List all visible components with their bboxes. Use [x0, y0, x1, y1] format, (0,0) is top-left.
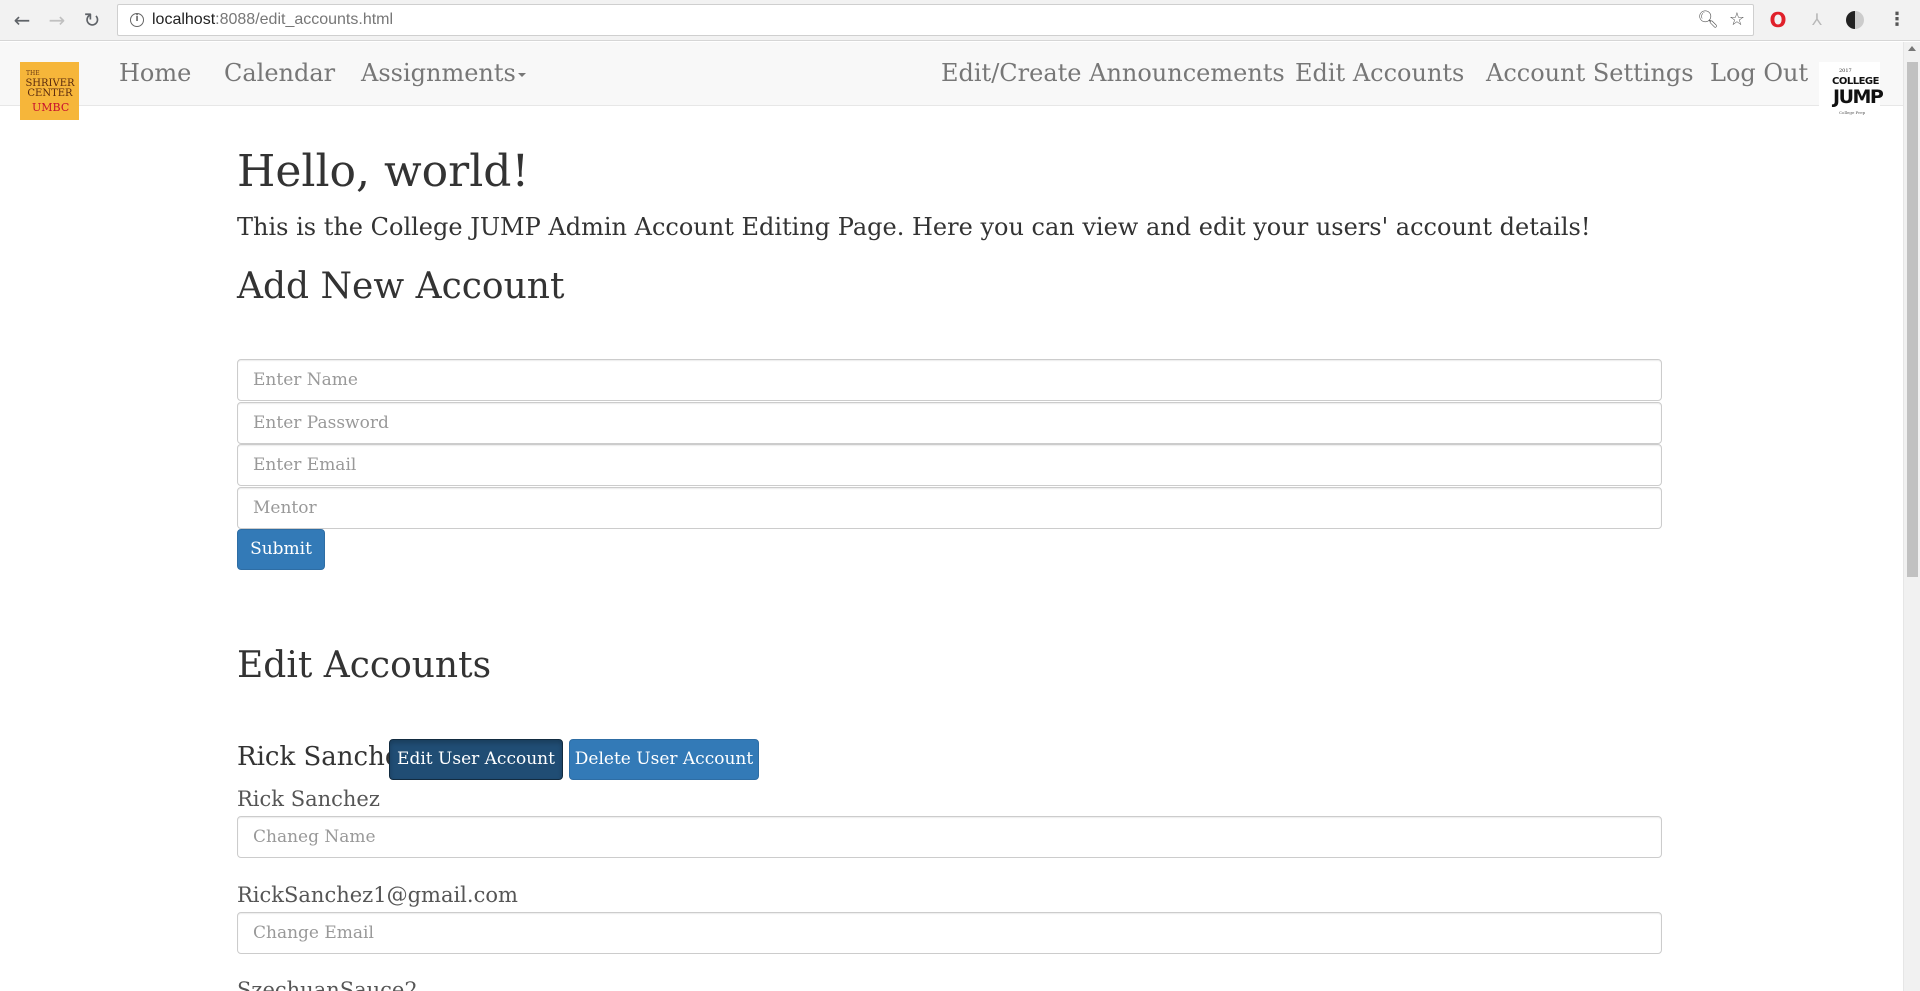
email-input[interactable]: [237, 444, 1662, 486]
opera-extension-icon[interactable]: O: [1767, 9, 1789, 31]
change-name-input[interactable]: [237, 816, 1662, 858]
forward-arrow-icon[interactable]: →: [45, 8, 69, 32]
change-email-input[interactable]: [237, 912, 1662, 954]
name-input[interactable]: [237, 359, 1662, 401]
info-icon[interactable]: i: [130, 13, 144, 27]
scrollbar-thumb[interactable]: [1907, 62, 1918, 577]
logo-right-jump: JUMP: [1833, 86, 1884, 108]
current-name-label: Rick Sanchez: [237, 787, 380, 811]
logo-right-subtitle: College Prep: [1839, 110, 1866, 115]
url-text[interactable]: localhost:8088/edit_accounts.html: [152, 11, 393, 29]
mentor-input[interactable]: [237, 487, 1662, 529]
delete-user-account-button[interactable]: Delete User Account: [569, 739, 759, 780]
url-host: localhost: [152, 11, 216, 28]
current-email-label: RickSanchez1@gmail.com: [237, 883, 518, 907]
address-bar[interactable]: i localhost:8088/edit_accounts.html 🔍︎ ☆: [117, 4, 1754, 36]
nav-logout-link[interactable]: Log Out: [1710, 59, 1808, 87]
nav-calendar-link[interactable]: Calendar: [224, 59, 335, 87]
page-scrollbar[interactable]: [1903, 42, 1920, 991]
current-password-label: SzechuanSauce2: [237, 978, 418, 991]
page-title: Hello, world!: [237, 146, 530, 197]
caret-down-icon: [517, 72, 526, 77]
pdf-extension-icon[interactable]: ⅄: [1806, 9, 1828, 31]
scroll-up-arrow-icon[interactable]: [1908, 46, 1916, 51]
reload-icon[interactable]: ↻: [80, 8, 104, 32]
logo-left-line2: SHRIVER CENTER: [25, 78, 75, 99]
password-input[interactable]: [237, 402, 1662, 444]
nav-home-link[interactable]: Home: [119, 59, 191, 87]
logo-left-line3: UMBC: [32, 101, 70, 114]
edit-accounts-heading: Edit Accounts: [237, 645, 492, 686]
logo-right-year: 2017: [1839, 68, 1852, 74]
college-jump-logo[interactable]: 2017 COLLEGE JUMP College Prep: [1819, 62, 1884, 122]
nav-assignments-label: Assignments: [361, 59, 516, 87]
browser-toolbar: ← → ↻ i localhost:8088/edit_accounts.htm…: [0, 0, 1920, 41]
nav-assignments-dropdown[interactable]: Assignments: [361, 59, 526, 87]
dark-mode-extension-icon[interactable]: [1844, 9, 1866, 31]
shriver-center-logo[interactable]: THE SHRIVER CENTER UMBC: [20, 62, 79, 120]
browser-menu-icon[interactable]: ⋮: [1886, 9, 1908, 31]
user-name: Rick Sanchez: [237, 742, 414, 772]
url-path: :8088/edit_accounts.html: [215, 11, 394, 28]
submit-button[interactable]: Submit: [237, 529, 325, 570]
zoom-icon[interactable]: 🔍︎: [1697, 10, 1719, 30]
site-navbar: THE SHRIVER CENTER UMBC Home Calendar As…: [0, 42, 1903, 122]
back-arrow-icon[interactable]: ←: [10, 8, 34, 32]
edit-user-account-button[interactable]: Edit User Account: [389, 739, 563, 780]
nav-account-settings-link[interactable]: Account Settings: [1486, 59, 1694, 87]
nav-edit-accounts-link[interactable]: Edit Accounts: [1295, 59, 1464, 87]
nav-announcements-link[interactable]: Edit/Create Announcements: [941, 59, 1285, 87]
add-account-heading: Add New Account: [237, 266, 565, 307]
bookmark-star-icon[interactable]: ☆: [1729, 9, 1745, 30]
logo-left-line1: THE: [26, 70, 40, 77]
page-description: This is the College JUMP Admin Account E…: [237, 213, 1591, 241]
